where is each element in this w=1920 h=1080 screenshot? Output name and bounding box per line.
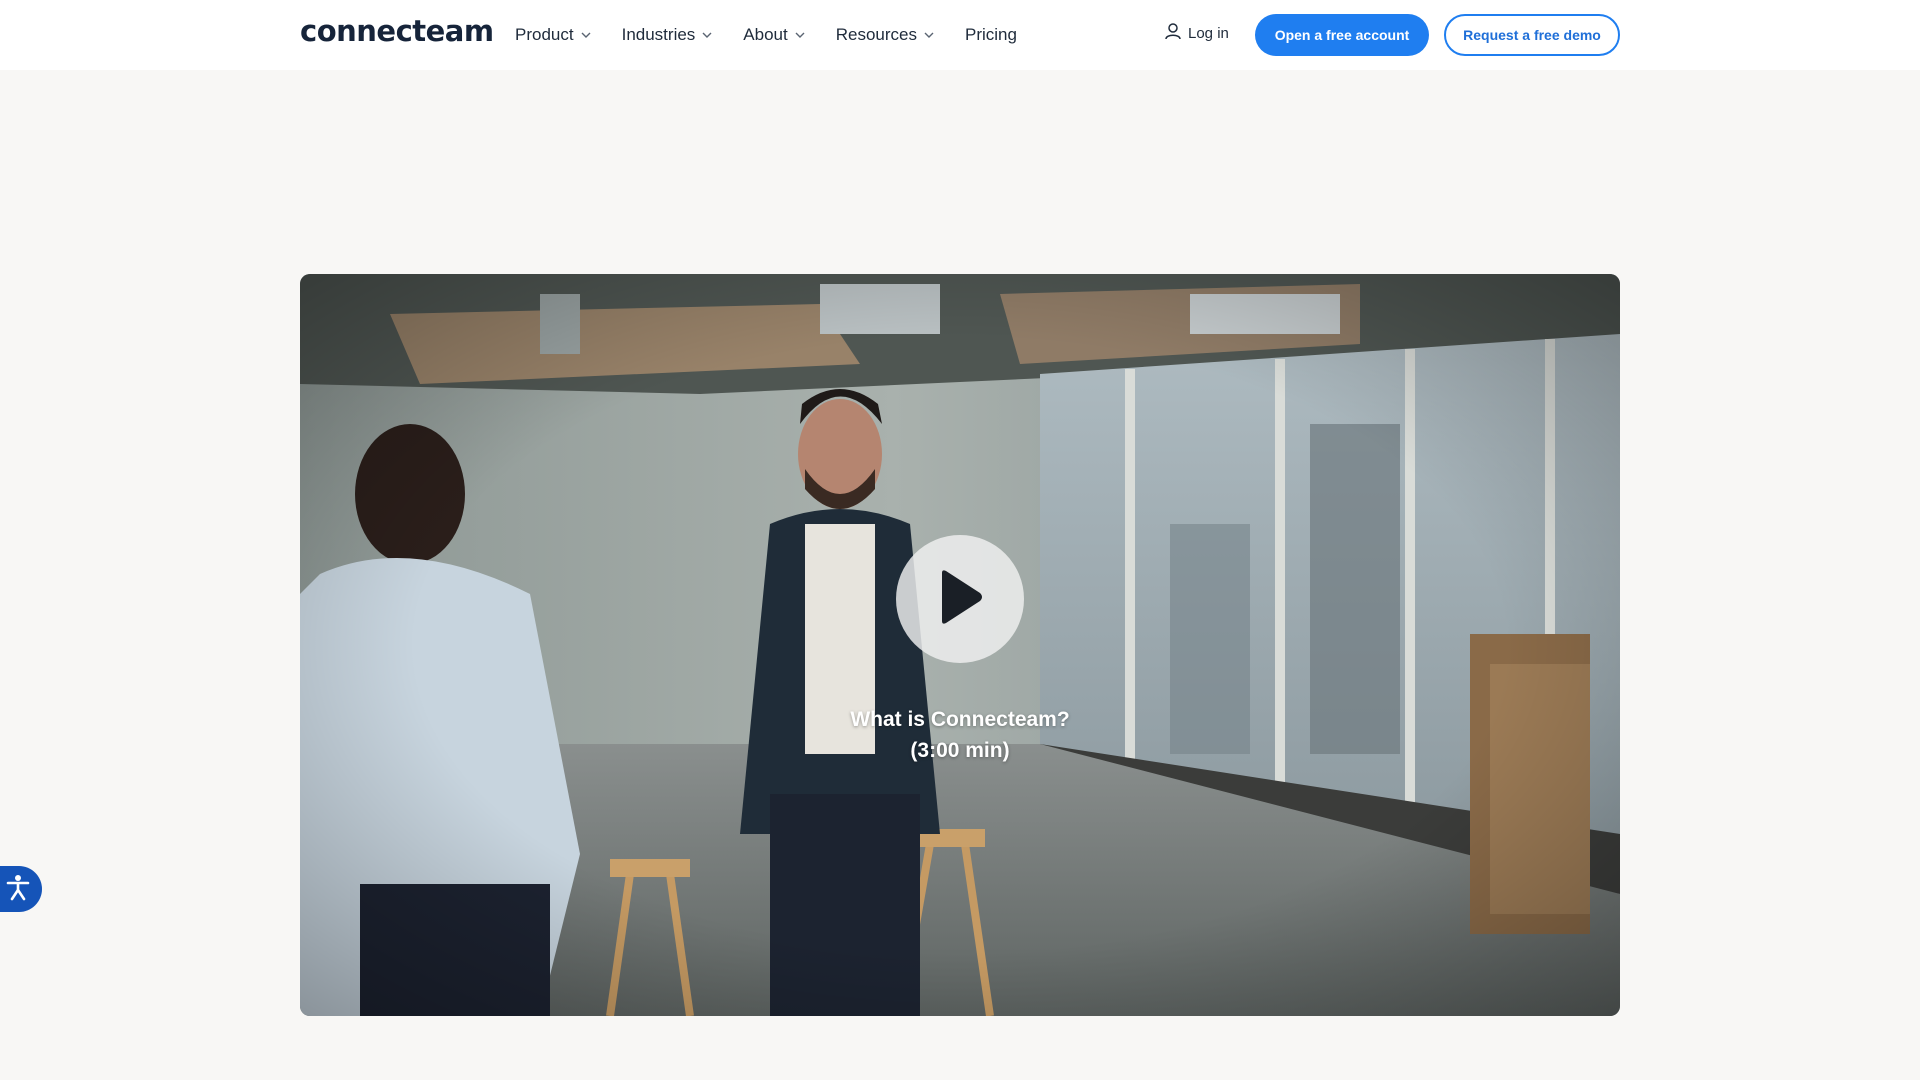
nav-item-industries[interactable]: Industries [622,25,714,45]
connecteam-logo[interactable]: connecteam [300,14,494,48]
play-icon [936,569,984,630]
nav-item-label: Resources [835,25,917,44]
main-nav: Product Industries About Resources Prici… [515,0,1047,70]
chevron-down-icon [580,29,592,41]
nav-item-label: Pricing [965,25,1017,44]
site-header: connecteam Product Industries About Reso… [0,0,1920,70]
nav-item-label: Product [515,25,574,44]
chevron-down-icon [701,29,713,41]
user-icon [1164,22,1182,44]
video-title: What is Connecteam? [850,708,1070,731]
video-caption: What is Connecteam? (3:00 min) [710,704,1210,766]
nav-item-product[interactable]: Product [515,25,592,45]
nav-item-resources[interactable]: Resources [836,25,935,45]
accessibility-icon [4,873,32,906]
play-button[interactable] [896,535,1024,663]
login-label: Log in [1188,24,1229,42]
chevron-down-icon [923,29,935,41]
open-free-account-button[interactable]: Open a free account [1255,14,1429,56]
nav-item-label: About [743,25,788,44]
video-player[interactable]: What is Connecteam? (3:00 min) [300,274,1620,1016]
nav-item-label: Industries [621,25,696,44]
accessibility-button[interactable] [0,866,42,912]
login-link[interactable]: Log in [1164,22,1229,44]
request-demo-button[interactable]: Request a free demo [1444,14,1620,56]
nav-item-pricing[interactable]: Pricing [965,25,1017,45]
nav-item-about[interactable]: About [743,25,805,45]
chevron-down-icon [794,29,806,41]
video-duration: (3:00 min) [910,739,1010,762]
